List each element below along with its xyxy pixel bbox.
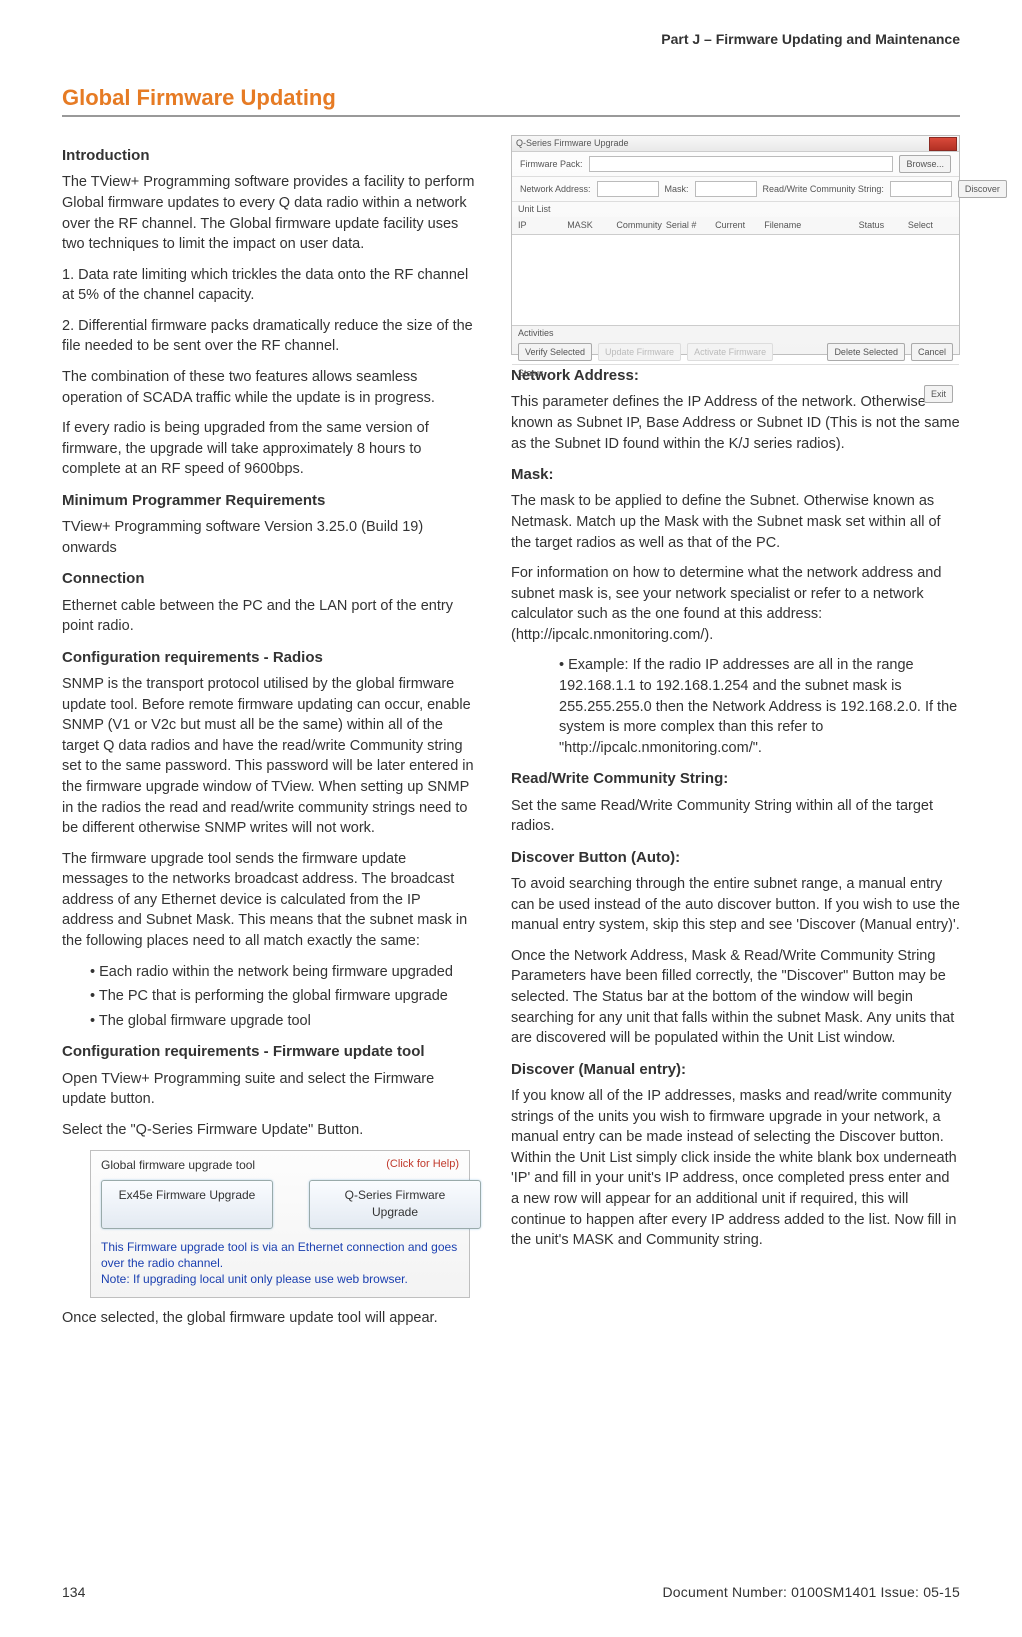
discover-button[interactable]: Discover xyxy=(958,180,1007,198)
qseries-upgrade-window: Q-Series Firmware Upgrade Firmware Pack:… xyxy=(511,135,960,355)
grid-body[interactable] xyxy=(512,235,959,326)
heading-connection: Connection xyxy=(62,568,475,589)
exit-button[interactable]: Exit xyxy=(924,385,953,403)
heading-config-tool: Configuration requirements - Firmware up… xyxy=(62,1041,475,1062)
dialog-note: This Firmware upgrade tool is via an Eth… xyxy=(101,1239,459,1288)
body-text: For information on how to determine what… xyxy=(511,563,960,645)
body-text: To avoid searching through the entire su… xyxy=(511,874,960,936)
browse-button[interactable]: Browse... xyxy=(899,155,951,173)
heading-discover-manual: Discover (Manual entry): xyxy=(511,1059,960,1080)
body-text: The combination of these two features al… xyxy=(62,367,475,408)
body-text: Ethernet cable between the PC and the LA… xyxy=(62,596,475,637)
rw-community-label: Read/Write Community String: xyxy=(763,183,884,196)
window-close-button[interactable] xyxy=(929,137,957,151)
body-text: Set the same Read/Write Community String… xyxy=(511,796,960,837)
status-label: Status xyxy=(512,365,959,382)
running-header: Part J – Firmware Updating and Maintenan… xyxy=(62,30,960,50)
mask-field[interactable] xyxy=(695,181,757,197)
heading-mask: Mask: xyxy=(511,464,960,485)
body-text: Once the Network Address, Mask & Read/Wr… xyxy=(511,946,960,1049)
body-text: The TView+ Programming software provides… xyxy=(62,172,475,254)
cancel-button[interactable]: Cancel xyxy=(911,343,953,361)
body-text: If you know all of the IP addresses, mas… xyxy=(511,1086,960,1251)
body-text: The firmware upgrade tool sends the firm… xyxy=(62,849,475,952)
activate-firmware-button[interactable]: Activate Firmware xyxy=(687,343,773,361)
body-text: Open TView+ Programming suite and select… xyxy=(62,1069,475,1110)
body-text: TView+ Programming software Version 3.25… xyxy=(62,517,475,558)
dialog-title: Global firmware upgrade tool xyxy=(101,1157,255,1174)
body-text: Select the "Q-Series Firmware Update" Bu… xyxy=(62,1120,475,1141)
heading-discover-auto: Discover Button (Auto): xyxy=(511,847,960,868)
update-firmware-button[interactable]: Update Firmware xyxy=(598,343,681,361)
window-title: Q-Series Firmware Upgrade xyxy=(516,138,629,148)
body-text: Once selected, the global firmware updat… xyxy=(62,1308,475,1329)
body-text: 1. Data rate limiting which trickles the… xyxy=(62,265,475,306)
network-address-label: Network Address: xyxy=(520,183,591,196)
help-link[interactable]: (Click for Help) xyxy=(386,1157,459,1174)
body-text: The mask to be applied to define the Sub… xyxy=(511,491,960,553)
activities-label: Activities xyxy=(512,326,959,341)
body-text: SNMP is the transport protocol utilised … xyxy=(62,674,475,839)
unit-list-label: Unit List xyxy=(512,202,959,217)
bullet-list: • Each radio within the network being fi… xyxy=(90,962,475,1032)
grid-header: IP MASK Community Serial # Current Filen… xyxy=(512,217,959,235)
body-text: If every radio is being upgraded from th… xyxy=(62,418,475,480)
list-item: • Each radio within the network being fi… xyxy=(90,962,475,983)
heading-introduction: Introduction xyxy=(62,145,475,166)
qseries-upgrade-button[interactable]: Q-Series Firmware Upgrade xyxy=(309,1180,481,1228)
mask-label: Mask: xyxy=(665,183,689,196)
verify-button[interactable]: Verify Selected xyxy=(518,343,592,361)
page-footer: 134 Document Number: 0100SM1401 Issue: 0… xyxy=(62,1583,960,1603)
network-address-field[interactable] xyxy=(597,181,659,197)
heading-config-radios: Configuration requirements - Radios xyxy=(62,647,475,668)
list-item: • The PC that is performing the global f… xyxy=(90,986,475,1007)
page-number: 134 xyxy=(62,1583,85,1603)
firmware-pack-field[interactable] xyxy=(589,156,894,172)
left-column: Introduction The TView+ Programming soft… xyxy=(62,135,475,1569)
section-title: Global Firmware Updating xyxy=(62,82,960,117)
heading-min-requirements: Minimum Programmer Requirements xyxy=(62,490,475,511)
firmware-pack-label: Firmware Pack: xyxy=(520,158,583,171)
body-text: 2. Differential firmware packs dramatica… xyxy=(62,316,475,357)
right-column: Q-Series Firmware Upgrade Firmware Pack:… xyxy=(511,135,960,1569)
rw-community-field[interactable] xyxy=(890,181,952,197)
list-item: • The global firmware upgrade tool xyxy=(90,1011,475,1032)
ex45e-upgrade-button[interactable]: Ex45e Firmware Upgrade xyxy=(101,1180,273,1228)
global-firmware-tool-dialog: Global firmware upgrade tool (Click for … xyxy=(90,1150,470,1298)
document-number: Document Number: 0100SM1401 Issue: 05-15 xyxy=(663,1583,961,1603)
list-item: • Example: If the radio IP addresses are… xyxy=(559,655,960,758)
delete-selected-button[interactable]: Delete Selected xyxy=(827,343,905,361)
heading-rw-community: Read/Write Community String: xyxy=(511,768,960,789)
